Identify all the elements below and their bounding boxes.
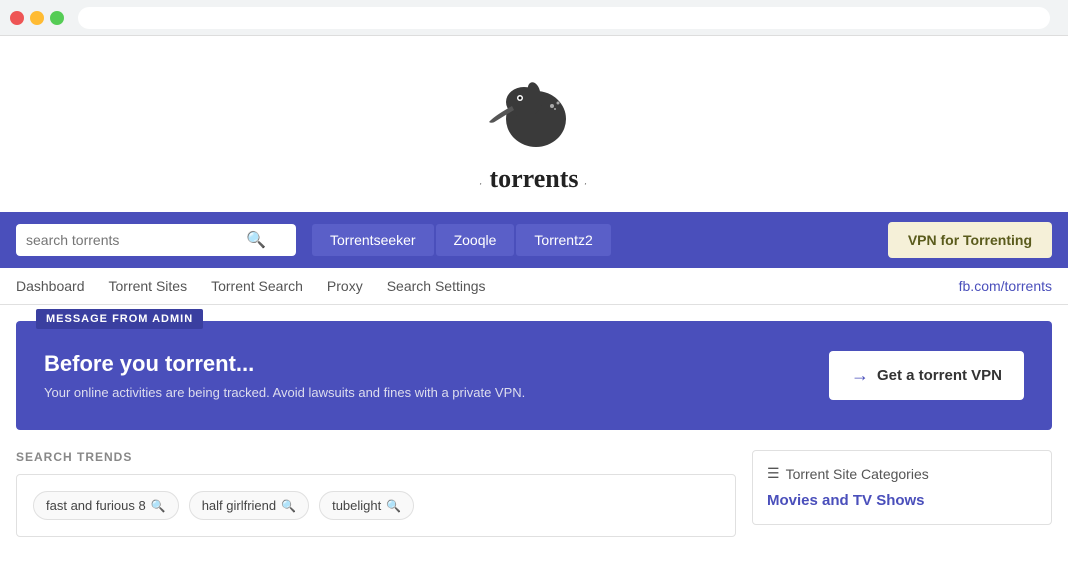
- trend-label: fast and furious 8: [46, 498, 146, 513]
- categories-label: Torrent Site Categories: [786, 466, 929, 482]
- search-icon: 🔍: [386, 499, 401, 513]
- nav-bar: Dashboard Torrent Sites Torrent Search P…: [0, 268, 1068, 305]
- site-tab-zooqle[interactable]: Zooqle: [436, 224, 515, 256]
- trends-box: fast and furious 8 🔍 half girlfriend 🔍 t…: [16, 474, 736, 537]
- arrow-icon: →: [851, 365, 869, 386]
- trends-section: SEARCH TRENDS fast and furious 8 🔍 half …: [16, 450, 1052, 537]
- site-tab-torrentz2[interactable]: Torrentz2: [516, 224, 610, 256]
- trend-label: half girlfriend: [202, 498, 276, 513]
- search-input[interactable]: [26, 232, 246, 248]
- search-input-wrap: 🔍: [16, 224, 296, 256]
- nav-torrent-search[interactable]: Torrent Search: [211, 278, 303, 294]
- nav-proxy[interactable]: Proxy: [327, 278, 363, 294]
- trend-item[interactable]: fast and furious 8 🔍: [33, 491, 179, 520]
- admin-text: Before you torrent... Your online activi…: [44, 351, 525, 400]
- sidebar: ☰ Torrent Site Categories Movies and TV …: [752, 450, 1052, 537]
- trend-item[interactable]: half girlfriend 🔍: [189, 491, 309, 520]
- vpn-button[interactable]: VPN for Torrenting: [888, 222, 1052, 258]
- trends-title: SEARCH TRENDS: [16, 450, 736, 464]
- search-icon: 🔍: [281, 499, 296, 513]
- logo-text: · torrents ·: [0, 164, 1068, 194]
- nav-dashboard[interactable]: Dashboard: [16, 278, 85, 294]
- admin-badge: MESSAGE FROM ADMIN: [36, 309, 203, 329]
- browser-chrome: [0, 0, 1068, 36]
- menu-icon: ☰: [767, 465, 780, 482]
- nav-links: Dashboard Torrent Sites Torrent Search P…: [16, 278, 486, 294]
- logo-icon: [484, 64, 584, 159]
- vpn-cta-label: Get a torrent VPN: [877, 367, 1002, 384]
- movies-tv-link[interactable]: Movies and TV Shows: [767, 492, 925, 509]
- category-header: ☰ Torrent Site Categories: [767, 465, 1037, 482]
- maximize-icon: [50, 11, 64, 25]
- trends-left: SEARCH TRENDS fast and furious 8 🔍 half …: [16, 450, 736, 537]
- vpn-cta-button[interactable]: → Get a torrent VPN: [829, 351, 1024, 400]
- admin-banner: MESSAGE FROM ADMIN Before you torrent...…: [16, 321, 1052, 430]
- close-icon: [10, 11, 24, 25]
- search-button[interactable]: 🔍: [246, 230, 266, 250]
- site-tabs: Torrentseeker Zooqle Torrentz2: [312, 224, 613, 256]
- admin-body: Your online activities are being tracked…: [44, 385, 525, 400]
- facebook-link[interactable]: fb.com/torrents: [959, 278, 1052, 294]
- category-box: ☰ Torrent Site Categories Movies and TV …: [752, 450, 1052, 525]
- admin-heading: Before you torrent...: [44, 351, 525, 377]
- minimize-icon: [30, 11, 44, 25]
- trend-item[interactable]: tubelight 🔍: [319, 491, 414, 520]
- trend-label: tubelight: [332, 498, 381, 513]
- search-icon: 🔍: [151, 499, 166, 513]
- nav-torrent-sites[interactable]: Torrent Sites: [109, 278, 188, 294]
- nav-search-settings[interactable]: Search Settings: [387, 278, 486, 294]
- logo-area: · torrents ·: [0, 36, 1068, 212]
- search-bar: 🔍 Torrentseeker Zooqle Torrentz2 VPN for…: [0, 212, 1068, 268]
- site-tab-torrentseeker[interactable]: Torrentseeker: [312, 224, 434, 256]
